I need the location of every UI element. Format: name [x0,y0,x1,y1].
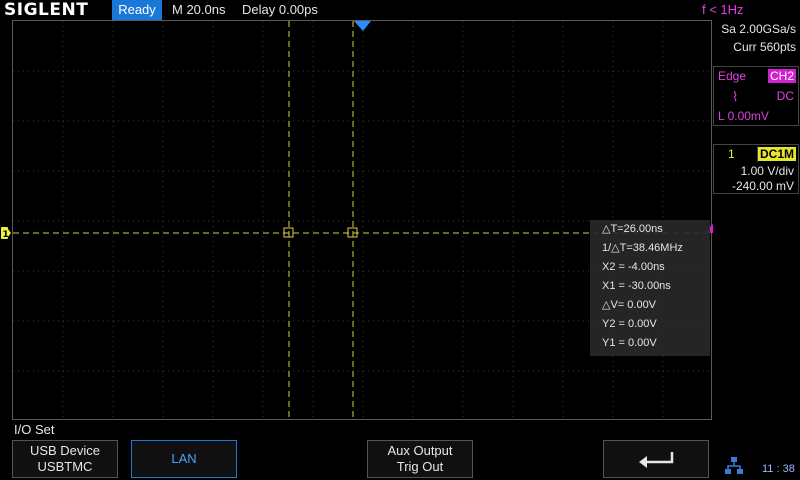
acquisition-status-badge: Ready [112,0,162,20]
delay-readout[interactable]: Delay 0.00ps [242,0,318,20]
channel-coupling-badge: DC1M [757,147,796,161]
trigger-type: Edge [718,69,747,83]
delta-t: △T=26.00ns [602,223,663,235]
inverse-delta-t: 1/△T=38.46MHz [602,242,683,254]
top-status-bar: SIGLENT Ready M 20.0ns Delay 0.00ps f < … [0,0,800,20]
channel1-settings-box[interactable]: 1 DC1M 1.00 V/div -240.00 mV [713,144,799,194]
softkey-label: Aux Output [387,443,453,458]
network-icon [725,457,743,474]
cursor-measurement-panel: △T=26.00ns 1/△T=38.46MHz X2 = -4.00ns X1… [590,220,710,356]
cursor-x1-value: X1 = -30.00ns [602,280,671,292]
lan-softkey[interactable]: LAN [131,440,237,478]
cursor-y1-value: Y1 = 0.00V [602,337,657,349]
trigger-coupling: DC [776,89,794,103]
softkey-label: USB Device [29,443,101,458]
channel-offset: -240.00 mV [731,179,794,193]
svg-text:1: 1 [3,230,9,240]
softkey-label: LAN [171,451,197,466]
cursor-x2-value: X2 = -4.00ns [602,261,665,273]
channel-offset-marker[interactable]: 1 [0,226,12,240]
trigger-level: L 0.00mV [718,109,769,123]
timebase-readout[interactable]: M 20.0ns [172,0,225,20]
softkey-value: Trig Out [396,459,444,474]
oscilloscope-screen: SIGLENT Ready M 20.0ns Delay 0.00ps f < … [0,0,800,480]
trigger-position-marker[interactable] [354,21,371,31]
memory-depth: Curr 560pts [733,40,796,54]
sample-rate-panel: Sa 2.00GSa/s Curr 560pts [714,20,800,60]
back-softkey[interactable] [603,440,709,478]
brand-logo: SIGLENT [4,0,89,20]
aux-output-softkey[interactable]: Aux Output Trig Out [367,440,473,478]
channel-scale: 1.00 V/div [740,164,794,178]
back-arrow-icon [639,452,674,468]
delta-v: △V= 0.00V [602,299,657,311]
frequency-counter: f < 1Hz [702,2,744,17]
trigger-settings-box[interactable]: Edge CH2 ⌇ DC L 0.00mV [713,66,799,126]
trigger-slope-icon: ⌇ [732,89,739,104]
cursor-y2-value: Y2 = 0.00V [602,318,657,330]
channel-number: 1 [718,146,758,162]
trigger-source-badge: CH2 [767,69,796,83]
sample-rate: Sa 2.00GSa/s [721,22,796,36]
softkey-value: USBTMC [37,459,93,474]
usb-device-softkey[interactable]: USB Device USBTMC [12,440,118,478]
clock: 11 : 38 [762,463,795,475]
menu-title: I/O Set [14,422,55,437]
